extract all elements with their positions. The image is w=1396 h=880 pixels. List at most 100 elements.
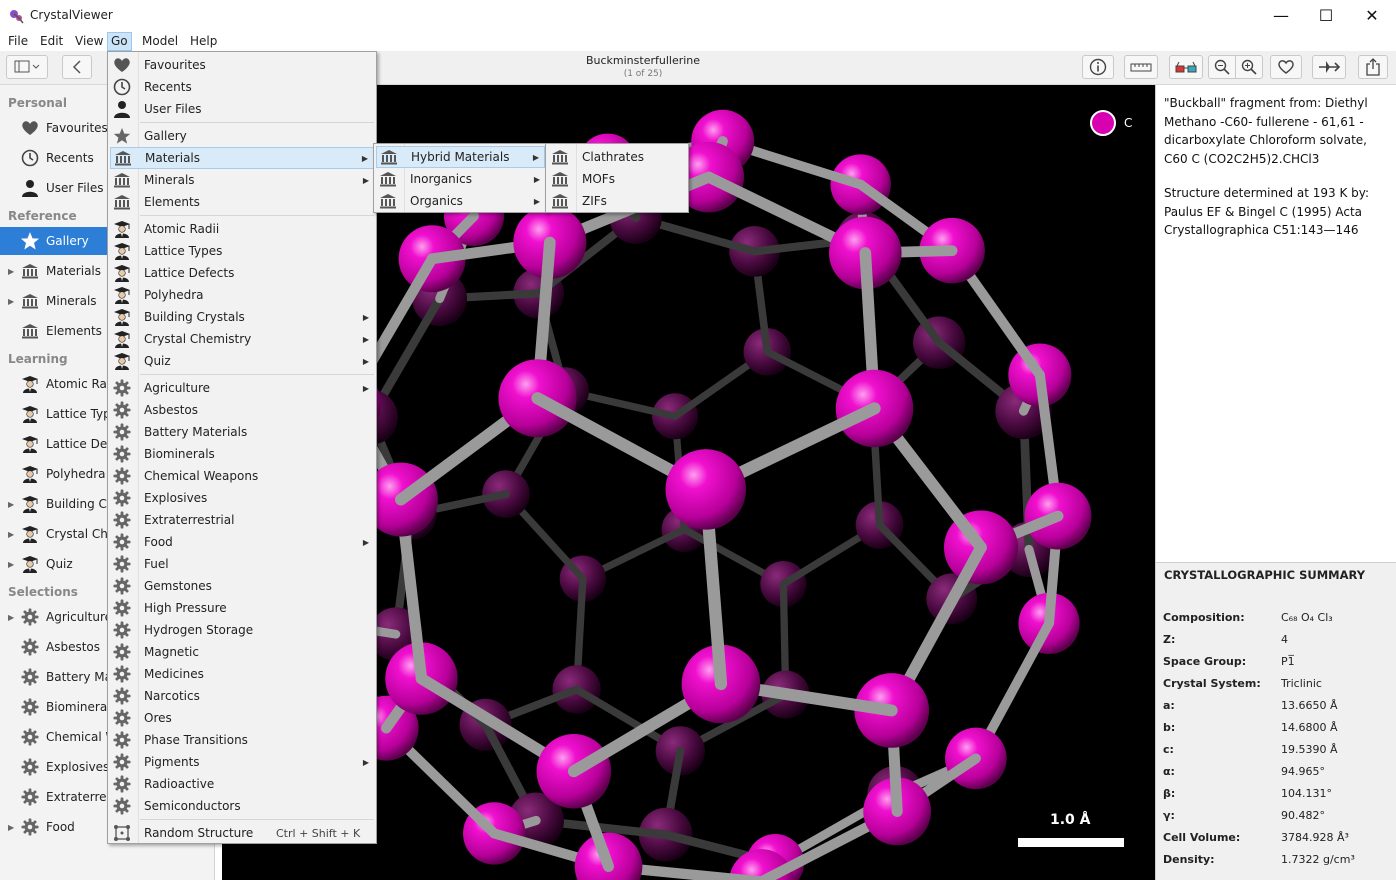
go-menu-item-magnetic[interactable]: Magnetic [110, 641, 374, 663]
sidebar-item-label: Polyhedra [46, 467, 106, 481]
materials-menu-item-hybrid-materials[interactable]: Hybrid Materials ▶ [376, 146, 545, 168]
hybrid-menu-item-clathrates[interactable]: Clathrates [548, 146, 686, 168]
submenu-arrow-icon: ▶ [362, 334, 369, 344]
menu-view[interactable]: View [72, 32, 106, 51]
go-menu-item-ores[interactable]: Ores [110, 707, 374, 729]
go-menu-item-narcotics[interactable]: Narcotics [110, 685, 374, 707]
go-menu-item-building-crystals[interactable]: Building Crystals ▶ [110, 306, 374, 328]
go-menu-item-battery-materials[interactable]: Battery Materials [110, 421, 374, 443]
menu-item-label: Semiconductors [144, 799, 241, 813]
go-menu-item-asbestos[interactable]: Asbestos [110, 399, 374, 421]
go-menu-item-high-pressure[interactable]: High Pressure [110, 597, 374, 619]
go-menu-item-recents[interactable]: Recents [110, 76, 374, 98]
go-menu-item-user-files[interactable]: User Files [110, 98, 374, 120]
expand-arrow-icon[interactable]: ▶ [8, 823, 14, 832]
info-button[interactable] [1082, 55, 1114, 79]
menu-item-label: Fuel [144, 557, 169, 571]
menu-item-label: Inorganics [410, 172, 472, 186]
favourite-button[interactable] [1270, 55, 1302, 79]
museum-icon [19, 290, 41, 312]
sidebar-item-label: Crystal Che [46, 527, 116, 541]
go-menu-item-minerals[interactable]: Minerals ▶ [110, 169, 374, 191]
go-menu-item-medicines[interactable]: Medicines [110, 663, 374, 685]
summary-key: c: [1163, 743, 1174, 756]
menu-model[interactable]: Model [139, 32, 181, 51]
menu-go[interactable]: Go [107, 32, 132, 51]
go-menu-item-food[interactable]: Food ▶ [110, 531, 374, 553]
zoom-in-button[interactable] [1235, 55, 1263, 79]
close-button[interactable]: ✕ [1349, 0, 1395, 31]
scholar-icon [113, 264, 131, 282]
summary-key: Density: [1163, 853, 1215, 866]
gear-icon [19, 756, 41, 778]
go-menu-item-elements[interactable]: Elements [110, 191, 374, 213]
expand-arrow-icon[interactable]: ▶ [8, 297, 14, 306]
scholar-icon [19, 523, 41, 545]
menu-item-label: Phase Transitions [144, 733, 248, 747]
go-menu-item-quiz[interactable]: Quiz ▶ [110, 350, 374, 372]
rotate-axis-icon [1319, 61, 1340, 73]
info-panel: "Buckball" fragment from: Diethyl Methan… [1155, 85, 1396, 880]
go-menu-item-gallery[interactable]: Gallery [110, 125, 374, 147]
go-menu-item-fuel[interactable]: Fuel [110, 553, 374, 575]
go-menu-item-biominerals[interactable]: Biominerals [110, 443, 374, 465]
go-menu-item-gemstones[interactable]: Gemstones [110, 575, 374, 597]
stereo-button[interactable] [1169, 55, 1203, 79]
go-menu-item-crystal-chemistry[interactable]: Crystal Chemistry ▶ [110, 328, 374, 350]
go-menu-item-polyhedra[interactable]: Polyhedra [110, 284, 374, 306]
menu-separator [140, 215, 374, 216]
expand-arrow-icon[interactable]: ▶ [8, 560, 14, 569]
go-menu-item-materials[interactable]: Materials ▶ [110, 147, 374, 169]
menu-file[interactable]: File [5, 32, 31, 51]
menu-edit[interactable]: Edit [37, 32, 66, 51]
expand-arrow-icon[interactable]: ▶ [8, 613, 14, 622]
share-icon [1366, 58, 1380, 76]
gear-icon [19, 786, 41, 808]
menu-item-label: Explosives [144, 491, 208, 505]
minimize-button[interactable]: — [1258, 0, 1304, 31]
scholar-icon [19, 493, 41, 515]
expand-arrow-icon[interactable]: ▶ [8, 500, 14, 509]
go-menu-item-phase-transitions[interactable]: Phase Transitions [110, 729, 374, 751]
gear-icon [113, 775, 131, 793]
go-menu-item-atomic-radii[interactable]: Atomic Radii [110, 218, 374, 240]
sidebar-item-label: Agriculture [46, 610, 112, 624]
submenu-arrow-icon: ▶ [362, 537, 369, 547]
go-menu-item-random-structure[interactable]: Random Structure Ctrl + Shift + K [110, 822, 374, 844]
materials-menu-item-organics[interactable]: Organics ▶ [376, 190, 545, 212]
legend-carbon-label: C [1124, 116, 1133, 130]
measure-button[interactable] [1124, 55, 1158, 79]
menu-item-label: Atomic Radii [144, 222, 220, 236]
hybrid-menu-item-zifs[interactable]: ZIFs [548, 190, 686, 212]
gear-icon [19, 606, 41, 628]
materials-menu-item-inorganics[interactable]: Inorganics ▶ [376, 168, 545, 190]
go-menu-item-hydrogen-storage[interactable]: Hydrogen Storage [110, 619, 374, 641]
menu-item-label: User Files [144, 102, 202, 116]
expand-arrow-icon[interactable]: ▶ [8, 530, 14, 539]
menu-item-label: Ores [144, 711, 172, 725]
go-menu-item-agriculture[interactable]: Agriculture ▶ [110, 377, 374, 399]
gear-icon [113, 797, 131, 815]
menu-item-label: Magnetic [144, 645, 199, 659]
menu-help[interactable]: Help [187, 32, 220, 51]
go-menu-item-explosives[interactable]: Explosives [110, 487, 374, 509]
share-button[interactable] [1358, 55, 1388, 79]
go-menu-item-radioactive[interactable]: Radioactive [110, 773, 374, 795]
summary-value: C₆₈ O₄ Cl₃ [1281, 611, 1333, 624]
hybrid-menu-item-mofs[interactable]: MOFs [548, 168, 686, 190]
go-menu-dropdown: Favourites Recents User Files Gallery Materi… [107, 51, 377, 844]
go-menu-item-favourites[interactable]: Favourites [110, 54, 374, 76]
go-menu-item-lattice-types[interactable]: Lattice Types [110, 240, 374, 262]
go-menu-item-extraterrestrial[interactable]: Extraterrestrial [110, 509, 374, 531]
rotate-button[interactable] [1312, 55, 1346, 79]
maximize-button[interactable]: ☐ [1303, 0, 1349, 31]
go-menu-item-lattice-defects[interactable]: Lattice Defects [110, 262, 374, 284]
expand-arrow-icon[interactable]: ▶ [8, 267, 14, 276]
user-icon [19, 177, 41, 199]
zoom-out-button[interactable] [1208, 55, 1236, 79]
go-menu-item-semiconductors[interactable]: Semiconductors [110, 795, 374, 817]
go-menu-item-chemical-weapons[interactable]: Chemical Weapons [110, 465, 374, 487]
go-menu-item-pigments[interactable]: Pigments ▶ [110, 751, 374, 773]
museum-icon [113, 193, 131, 211]
random-icon [113, 824, 131, 842]
